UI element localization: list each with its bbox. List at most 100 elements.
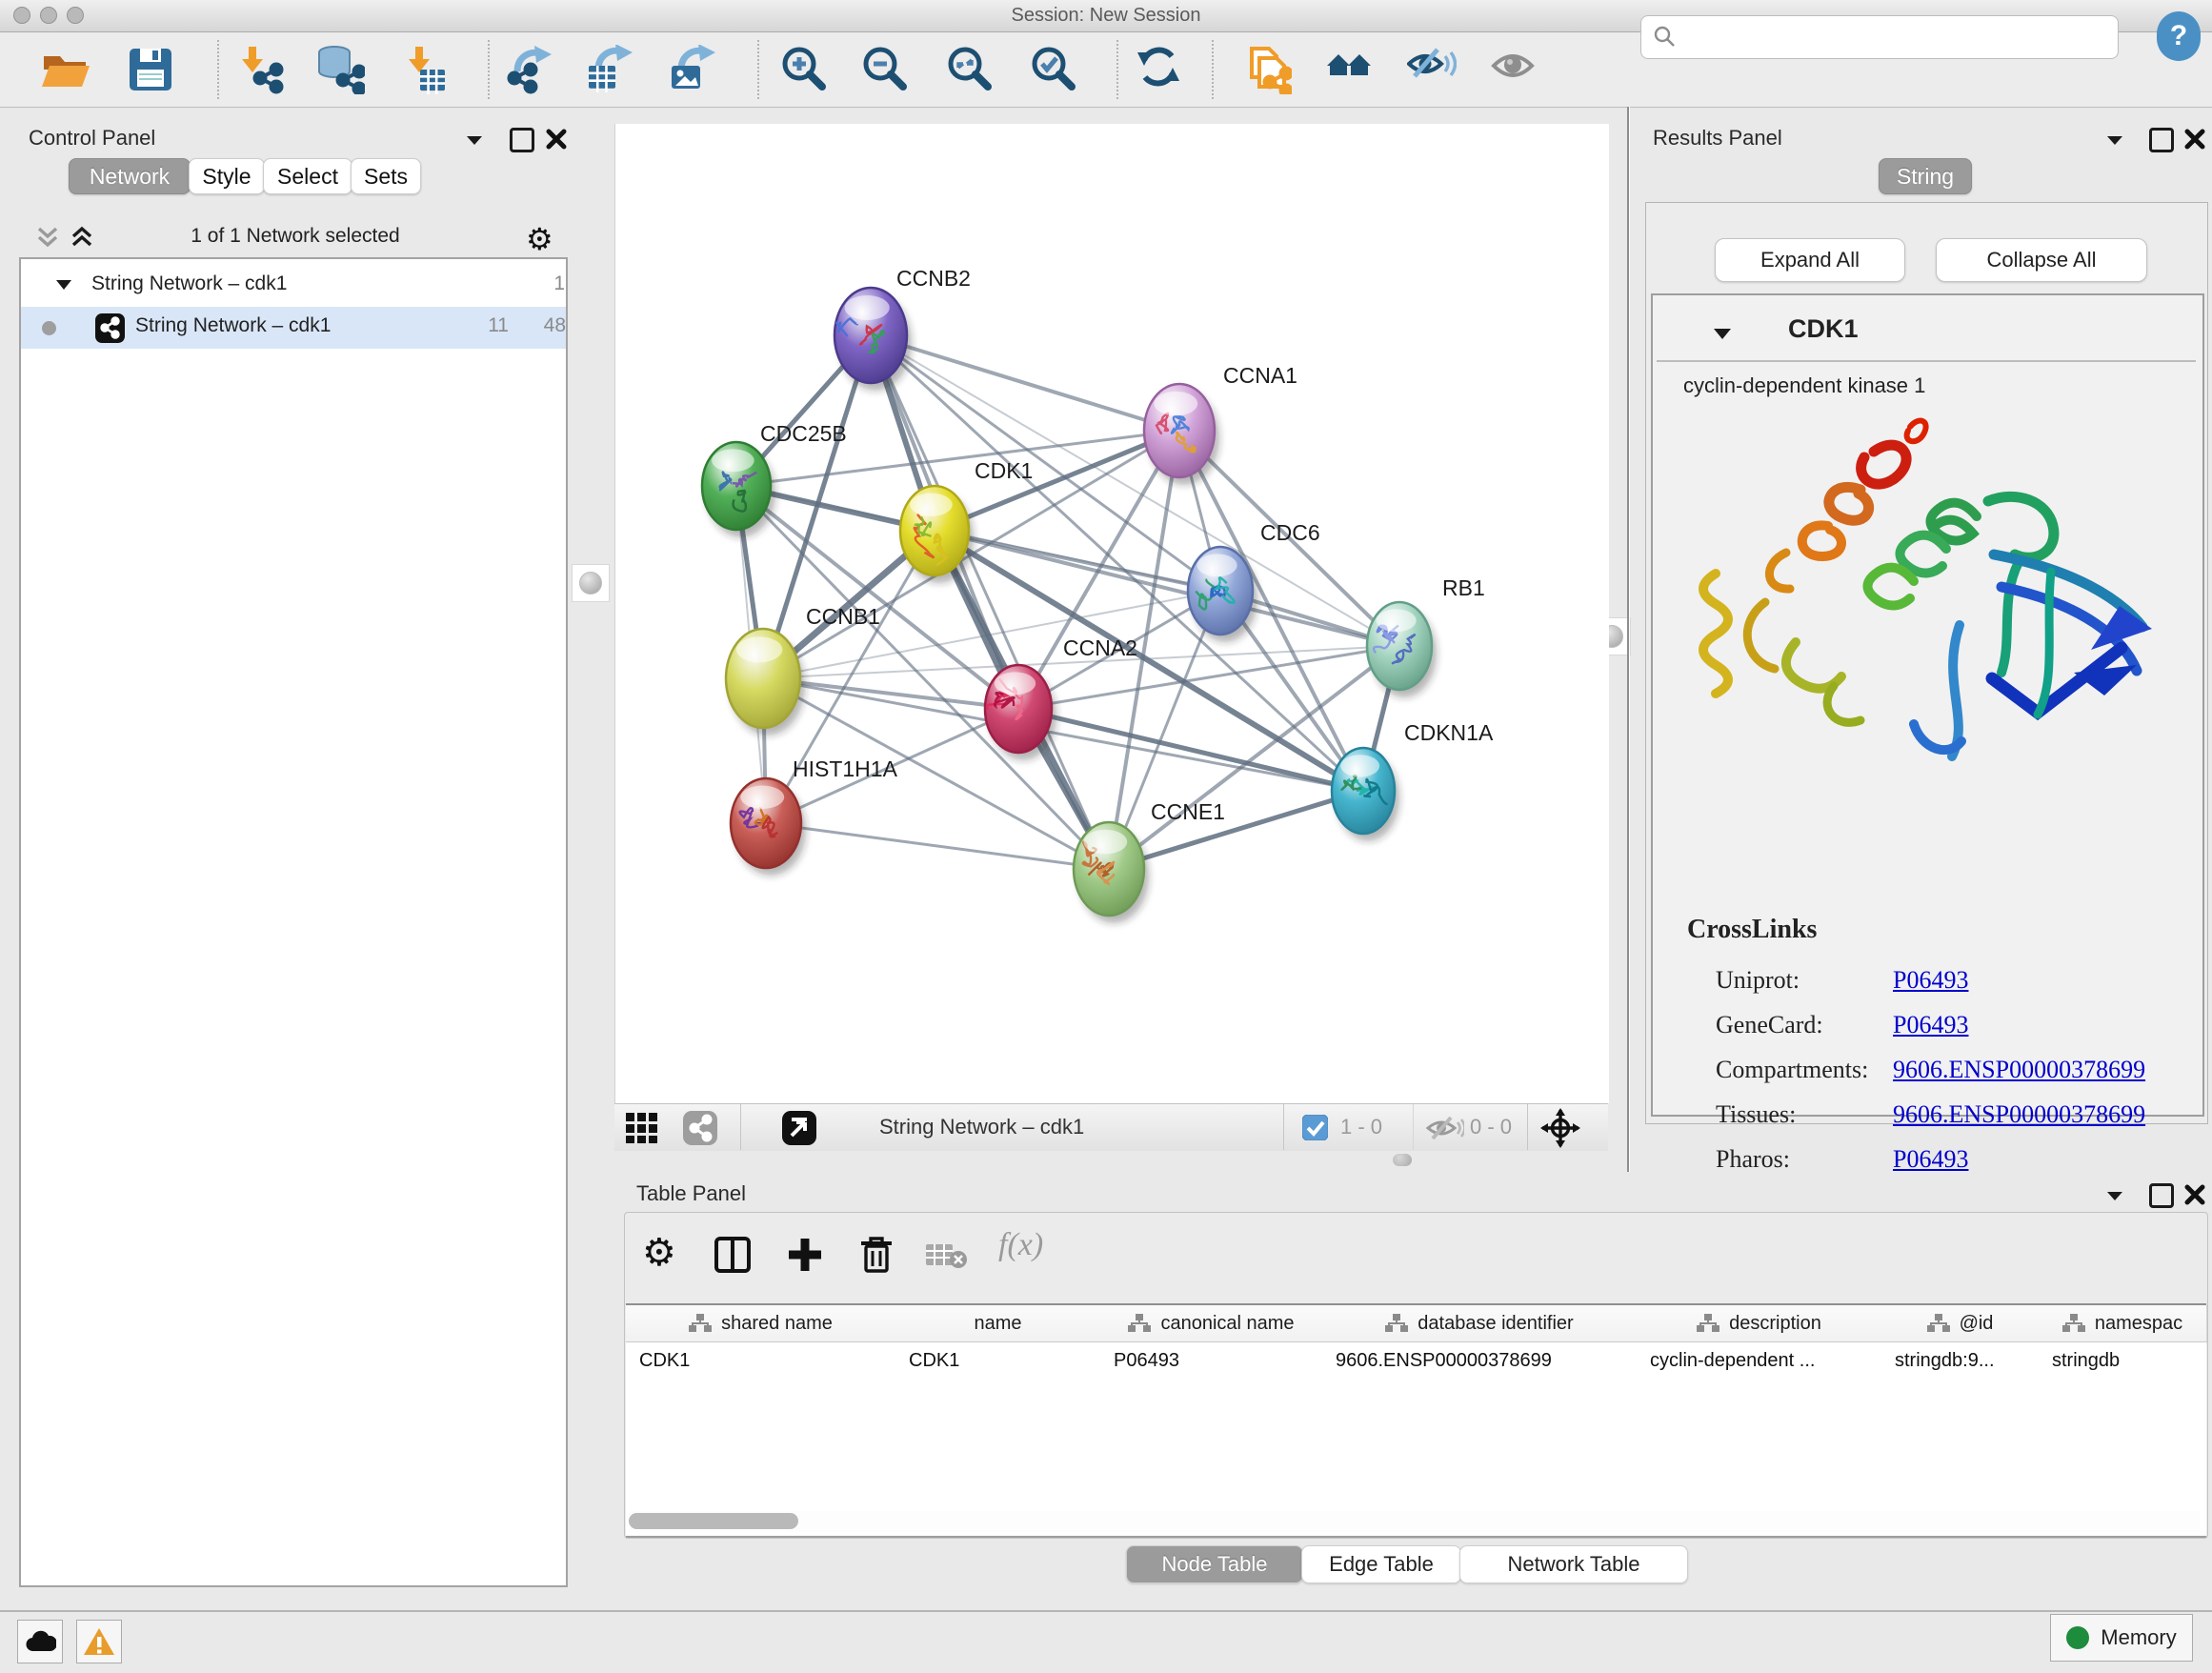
column-header-name[interactable]: name — [895, 1305, 1101, 1342]
network-status-dot — [42, 321, 56, 335]
graph-node-CDKN1A[interactable]: CDKN1A — [1332, 720, 1494, 834]
cloud-status-button[interactable] — [17, 1620, 63, 1663]
zoom-out-icon[interactable] — [854, 39, 915, 100]
network-canvas[interactable]: CCNB2CCNA1CDC25BCDK1CDC6RB1CCNB1CCNA2CDK… — [614, 124, 1609, 1103]
table-cell[interactable]: CDK1 — [895, 1343, 1100, 1378]
control-panel-float-icon[interactable] — [510, 128, 534, 152]
results-splitter-divider[interactable] — [1627, 107, 1630, 1172]
tab-select[interactable]: Select — [263, 158, 352, 194]
birds-eye-crosshair-icon[interactable] — [1540, 1108, 1580, 1153]
node-label: CCNB1 — [806, 604, 880, 629]
table-cell[interactable]: 9606.ENSP00000378699 — [1322, 1343, 1637, 1378]
refresh-icon[interactable] — [1130, 39, 1191, 100]
import-table-icon[interactable] — [395, 39, 456, 100]
export-table-icon[interactable] — [579, 39, 640, 100]
table-panel-float-icon[interactable] — [2149, 1183, 2174, 1208]
export-image-icon[interactable] — [662, 39, 723, 100]
crosslink-value-link[interactable]: 9606.ENSP00000378699 — [1893, 1100, 2145, 1129]
table-horizontal-scrollbar[interactable] — [629, 1511, 2201, 1532]
tab-network[interactable]: Network — [69, 158, 191, 194]
show-all-icon[interactable] — [1484, 39, 1545, 100]
hide-selected-icon[interactable] — [1401, 39, 1462, 100]
tab-style[interactable]: Style — [189, 158, 265, 194]
column-header-description[interactable]: description — [1637, 1305, 1882, 1342]
graph-node-HIST1H1A[interactable]: HIST1H1A — [731, 756, 898, 868]
node-table: shared namenamecanonical namedatabase id… — [626, 1303, 2206, 1538]
open-session-icon[interactable] — [34, 39, 95, 100]
help-button[interactable]: ? — [2157, 11, 2201, 61]
table-columns-icon[interactable] — [714, 1237, 751, 1278]
table-cell[interactable]: stringdb — [2039, 1343, 2206, 1378]
control-panel-menu-icon[interactable] — [465, 133, 484, 151]
open-in-window-icon[interactable] — [782, 1111, 816, 1150]
memory-label: Memory — [2101, 1625, 2176, 1650]
collapse-all-button[interactable]: Collapse All — [1936, 238, 2147, 282]
save-session-icon[interactable] — [120, 39, 181, 100]
scrollbar-thumb[interactable] — [629, 1513, 798, 1529]
houses-icon[interactable] — [1320, 39, 1381, 100]
gene-result-card: CDK1 cyclin-dependent kinase 1 — [1651, 293, 2204, 1117]
table-delete-row-icon[interactable] — [859, 1235, 894, 1280]
results-panel-menu-icon[interactable] — [2105, 133, 2124, 151]
crosslink-value-link[interactable]: P06493 — [1893, 1011, 1968, 1039]
duplicate-network-icon[interactable] — [1237, 39, 1297, 100]
selected-checkbox-icon[interactable] — [1302, 1115, 1328, 1145]
search-icon — [1653, 25, 1678, 50]
expand-up-tree-icon[interactable] — [69, 225, 95, 254]
search-input[interactable] — [1640, 15, 2119, 59]
gene-symbol: CDK1 — [1788, 314, 1859, 344]
crosslink-label: Compartments: — [1716, 1056, 1868, 1084]
graph-node-CCNA1[interactable]: CCNA1 — [1144, 363, 1297, 477]
results-panel-float-icon[interactable] — [2149, 128, 2174, 152]
table-cell[interactable]: stringdb:9... — [1881, 1343, 2039, 1378]
column-header-@id[interactable]: @id — [1881, 1305, 2040, 1342]
left-splitter-collapse-handle[interactable] — [572, 564, 610, 602]
grid-view-icon[interactable] — [626, 1113, 658, 1148]
table-gear-icon[interactable]: ⚙ — [642, 1231, 676, 1275]
table-cell[interactable]: P06493 — [1100, 1343, 1322, 1378]
tree-expander-icon[interactable] — [55, 278, 72, 296]
tab-node-table[interactable]: Node Table — [1126, 1545, 1303, 1583]
network-options-gear-icon[interactable]: ⚙ — [526, 221, 553, 257]
column-header-database-identifier[interactable]: database identifier — [1322, 1305, 1638, 1342]
column-header-canonical-name[interactable]: canonical name — [1100, 1305, 1323, 1342]
warning-status-button[interactable] — [76, 1620, 122, 1663]
tab-string[interactable]: String — [1879, 158, 1972, 194]
table-cell[interactable]: cyclin-dependent ... — [1637, 1343, 1881, 1378]
network-tree: String Network – cdk1 1 String Network –… — [19, 257, 568, 1587]
gene-collapse-icon[interactable] — [1712, 326, 1733, 346]
hidden-eye-slash-icon[interactable] — [1426, 1115, 1464, 1146]
column-header-namespac[interactable]: namespac — [2039, 1305, 2207, 1342]
warning-icon — [83, 1627, 115, 1656]
tab-network-table[interactable]: Network Table — [1459, 1545, 1688, 1583]
import-network-icon[interactable] — [229, 39, 290, 100]
memory-button[interactable]: Memory — [2050, 1614, 2193, 1662]
horizontal-splitter-handle[interactable] — [1393, 1154, 1412, 1166]
column-header-shared-name[interactable]: shared name — [626, 1305, 896, 1342]
tab-sets[interactable]: Sets — [351, 158, 421, 194]
collapse-all-tree-icon[interactable] — [34, 225, 61, 254]
network-row-selected[interactable]: String Network – cdk1 11 48 — [21, 307, 566, 349]
crosslink-value-link[interactable]: 9606.ENSP00000378699 — [1893, 1056, 2145, 1084]
zoom-selected-icon[interactable] — [1022, 39, 1083, 100]
expand-all-button[interactable]: Expand All — [1715, 238, 1905, 282]
network-share-badge-icon — [95, 313, 125, 348]
graph-node-RB1[interactable]: RB1 — [1367, 575, 1485, 690]
network-node-count: 11 — [467, 314, 509, 337]
table-cell[interactable]: CDK1 — [626, 1343, 895, 1378]
control-panel-close-icon[interactable] — [545, 128, 568, 155]
results-panel-close-icon[interactable] — [2183, 128, 2206, 155]
tab-edge-table[interactable]: Edge Table — [1301, 1545, 1461, 1583]
export-network-icon[interactable] — [500, 39, 561, 100]
zoom-fit-icon[interactable] — [938, 39, 999, 100]
zoom-in-icon[interactable] — [773, 39, 834, 100]
import-database-icon[interactable] — [310, 39, 371, 100]
table-panel-close-icon[interactable] — [2183, 1183, 2206, 1211]
table-add-icon[interactable] — [787, 1237, 823, 1278]
protein-structure-image — [1674, 410, 2179, 781]
crosslink-value-link[interactable]: P06493 — [1893, 966, 1968, 995]
crosslink-value-link[interactable]: P06493 — [1893, 1145, 1968, 1174]
network-share-view-icon[interactable] — [683, 1111, 717, 1150]
table-panel-menu-icon[interactable] — [2105, 1189, 2124, 1207]
network-collection-row[interactable]: String Network – cdk1 1 — [21, 267, 566, 307]
